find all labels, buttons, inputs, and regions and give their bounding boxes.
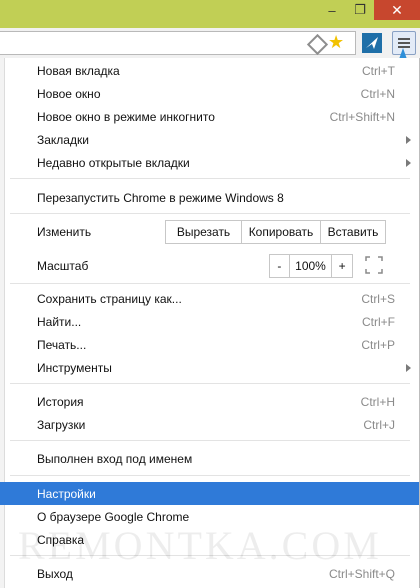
- zoom-in-button[interactable]: +: [332, 255, 352, 277]
- menu-item-label: Сохранить страницу как...: [37, 291, 182, 306]
- address-bar[interactable]: ★: [0, 31, 356, 56]
- submenu-arrow-icon: [406, 363, 411, 372]
- menu-separator: [10, 178, 410, 179]
- menu-item-relaunch-win8[interactable]: Перезапустить Chrome в режиме Windows 8: [0, 186, 419, 209]
- menu-separator: [10, 440, 410, 441]
- menu-item-label: Инструменты: [37, 360, 112, 375]
- menu-item-label: Закладки: [37, 132, 89, 147]
- menu-item-label: Новое окно: [37, 86, 101, 101]
- bookmark-star-icon[interactable]: ★: [328, 33, 344, 51]
- copy-button[interactable]: Копировать: [242, 221, 321, 243]
- menu-item-find[interactable]: Найти... Ctrl+F: [0, 310, 419, 333]
- browser-toolbar: ★: [0, 28, 420, 59]
- restore-button[interactable]: ❐: [346, 0, 374, 20]
- zoom-control: - 100% +: [269, 254, 353, 278]
- menu-item-label: Новая вкладка: [37, 63, 120, 78]
- menu-item-label: Загрузки: [37, 417, 86, 432]
- menu-item-save-page[interactable]: Сохранить страницу как... Ctrl+S: [0, 287, 419, 310]
- minimize-button[interactable]: –: [318, 0, 346, 20]
- menu-item-label: Печать...: [37, 337, 87, 352]
- page-action-icon[interactable]: [306, 33, 329, 56]
- menu-item-shortcut: Ctrl+J: [363, 417, 395, 432]
- menu-item-shortcut: Ctrl+P: [361, 337, 395, 352]
- zoom-label: Масштаб: [37, 258, 89, 273]
- menu-item-shortcut: Ctrl+F: [362, 314, 395, 329]
- menu-item-bookmarks[interactable]: Закладки: [0, 128, 419, 151]
- menu-item-label: Выполнен вход под именем: [37, 451, 193, 466]
- menu-item-signed-in[interactable]: Выполнен вход под именем: [0, 447, 419, 470]
- menu-item-new-window[interactable]: Новое окно Ctrl+N: [0, 82, 419, 105]
- menu-item-label: Перезапустить Chrome в режиме Windows 8: [37, 190, 284, 205]
- menu-item-recent-tabs[interactable]: Недавно открытые вкладки: [0, 151, 419, 174]
- close-button[interactable]: ✕: [374, 0, 420, 20]
- menu-item-label: Недавно открытые вкладки: [37, 155, 190, 170]
- menu-item-shortcut: Ctrl+N: [360, 86, 395, 101]
- menu-item-label: Настройки: [37, 486, 96, 501]
- menu-item-label: Новое окно в режиме инкогнито: [37, 109, 215, 124]
- menu-item-shortcut: Ctrl+H: [360, 394, 395, 409]
- menu-item-label: Найти...: [37, 314, 82, 329]
- menu-item-shortcut: Ctrl+Shift+N: [329, 109, 395, 124]
- cut-button[interactable]: Вырезать: [166, 221, 242, 243]
- extension-icon[interactable]: [362, 33, 382, 53]
- menu-item-settings[interactable]: Настройки: [0, 482, 419, 505]
- fullscreen-icon[interactable]: [365, 256, 383, 274]
- watermark: REMONTKA.COM: [18, 523, 382, 568]
- menu-item-downloads[interactable]: Загрузки Ctrl+J: [0, 413, 419, 436]
- menu-item-shortcut: Ctrl+T: [362, 63, 395, 78]
- window-titlebar: – ❐ ✕: [0, 0, 420, 28]
- menu-item-shortcut: Ctrl+S: [361, 291, 395, 306]
- edit-button-group: Вырезать Копировать Вставить: [165, 220, 386, 244]
- menu-item-history[interactable]: История Ctrl+H: [0, 390, 419, 413]
- zoom-value: 100%: [290, 255, 333, 277]
- submenu-arrow-icon: [406, 158, 411, 167]
- menu-separator: [10, 283, 410, 284]
- menu-item-tools[interactable]: Инструменты: [0, 356, 419, 379]
- menu-item-label: История: [37, 394, 84, 409]
- menu-separator: [10, 213, 410, 214]
- zoom-out-button[interactable]: -: [270, 255, 290, 277]
- paste-button[interactable]: Вставить: [321, 221, 385, 243]
- edit-label: Изменить: [37, 224, 92, 239]
- submenu-arrow-icon: [406, 135, 411, 144]
- menu-separator: [10, 475, 410, 476]
- menu-item-print[interactable]: Печать... Ctrl+P: [0, 333, 419, 356]
- menu-separator: [10, 383, 410, 384]
- menu-item-incognito[interactable]: Новое окно в режиме инкогнито Ctrl+Shift…: [0, 105, 419, 128]
- menu-item-new-tab[interactable]: Новая вкладка Ctrl+T: [0, 59, 419, 82]
- menu-row-zoom: Масштаб: [0, 254, 419, 277]
